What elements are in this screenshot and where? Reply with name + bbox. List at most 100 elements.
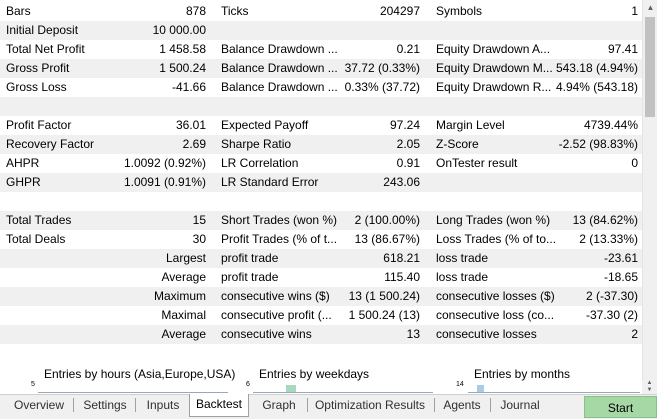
chart-baseline — [468, 392, 640, 393]
metric-value: 4.94% (543.18) — [555, 80, 638, 94]
metric-value — [545, 21, 638, 40]
row-value: 878 — [185, 4, 206, 18]
metric-value: 2 (13.33%) — [579, 232, 638, 246]
metric-label: loss trade — [436, 251, 489, 265]
row-label: Gross Loss — [6, 80, 67, 94]
metric-value: 2.05 — [396, 137, 420, 151]
metric-value — [330, 21, 420, 40]
chart-axis-max: 14 — [456, 381, 464, 388]
metric-value: 13 (86.67%) — [354, 232, 420, 246]
metric-value — [330, 97, 420, 116]
row-value — [96, 97, 206, 116]
row-label — [6, 97, 96, 116]
metric-label — [221, 192, 341, 211]
report-row: Gross Profit 1 500.24 Balance Drawdown ...… — [0, 59, 642, 78]
scroll-up-icon[interactable]: ▲ — [642, 380, 657, 387]
start-button[interactable]: Start — [584, 396, 657, 418]
tab-overview[interactable]: Overview — [8, 395, 70, 415]
tab-inputs[interactable]: Inputs — [141, 395, 185, 415]
report-row: AHPR 1.0092 (0.92%) LR Correlation 0.91 OnTe… — [0, 154, 642, 173]
row-value: Average — [161, 327, 206, 341]
report-row: Gross Loss -41.66 Balance Drawdown ... 0.33… — [0, 78, 642, 97]
tab-divider — [73, 398, 74, 412]
metric-value: 543.18 (4.94%) — [555, 61, 638, 75]
tab-divider — [490, 398, 491, 412]
row-label: Bars — [6, 4, 31, 18]
row-value: -41.66 — [171, 80, 206, 94]
report-row: Total Trades 15 Short Trades (won %) 2 (100… — [0, 211, 642, 230]
metric-value: 243.06 — [383, 175, 420, 189]
row-label: Total Trades — [6, 213, 72, 227]
row-value: 30 — [192, 232, 206, 246]
tab-backtest[interactable]: Backtest — [189, 394, 249, 417]
tab-graph[interactable]: Graph — [256, 395, 302, 415]
metric-value: 2 (-37.30) — [585, 289, 638, 303]
report-row: Total Net Profit 1 458.58 Balance Drawdown… — [0, 40, 642, 59]
metric-label: Equity Drawdown A... — [436, 42, 551, 56]
entries-by-months-chart: Entries by months 14 — [456, 367, 642, 394]
chart-bar — [477, 385, 484, 392]
metric-label: consecutive wins — [221, 327, 312, 341]
entries-charts: Entries by hours (Asia,Europe,USA) 5 Ent… — [0, 367, 642, 394]
tab-journal[interactable]: Journal — [494, 395, 546, 415]
metric-label: profit trade — [221, 251, 279, 265]
tab-divider — [135, 398, 136, 412]
metric-value: 13 — [406, 327, 420, 341]
metric-value: 97.41 — [607, 42, 638, 56]
metric-label — [436, 21, 556, 40]
metric-value: 0.91 — [396, 156, 420, 170]
row-label: Gross Profit — [6, 61, 70, 75]
row-value: Largest — [165, 251, 206, 265]
row-label: Recovery Factor — [6, 137, 95, 151]
row-value: Average — [161, 270, 206, 284]
metric-label: LR Correlation — [221, 156, 299, 170]
row-value — [96, 192, 206, 211]
metric-value: 13 (84.62%) — [572, 213, 638, 227]
metric-label: Equity Drawdown M... — [436, 61, 553, 75]
vertical-scrollbar[interactable]: ▲ — [642, 0, 657, 394]
chart-bar — [286, 385, 296, 392]
metric-label — [221, 97, 341, 116]
metric-label: Balance Drawdown ... — [221, 61, 338, 75]
metric-label: consecutive wins ($) — [221, 289, 330, 303]
metric-label: consecutive profit (... — [221, 308, 332, 322]
row-label — [6, 192, 96, 211]
row-label: Total Deals — [6, 232, 66, 246]
report-row: Average consecutive wins 13 consecutive los… — [0, 325, 642, 344]
metric-value: -18.65 — [603, 270, 638, 284]
tab-divider — [307, 398, 308, 412]
report-row: Largest profit trade 618.21 loss trade -23.6… — [0, 249, 642, 268]
metric-label: Margin Level — [436, 118, 505, 132]
row-label — [6, 306, 96, 325]
metric-label: Balance Drawdown ... — [221, 80, 338, 94]
row-value: 1.0091 (0.91%) — [123, 175, 206, 189]
metric-value: -2.52 (98.83%) — [558, 137, 638, 151]
row-value: 2.69 — [182, 137, 206, 151]
chart-scroll-control[interactable]: ▲ ▼ — [642, 380, 657, 394]
metric-label: Profit Trades (% of t... — [221, 232, 338, 246]
metric-label: Expected Payoff — [221, 118, 309, 132]
tab-settings[interactable]: Settings — [78, 395, 132, 415]
chart-title: Entries by weekdays — [259, 367, 370, 381]
tab-optimization-results[interactable]: Optimization Results — [311, 395, 429, 415]
chart-axis-max: 5 — [31, 381, 35, 388]
row-label: Profit Factor — [6, 118, 72, 132]
metric-value: 618.21 — [383, 251, 420, 265]
chart-baseline — [253, 392, 433, 393]
row-label: GHPR — [6, 175, 41, 189]
scroll-down-icon[interactable]: ▼ — [642, 387, 657, 394]
report-row: Initial Deposit 10 000.00 — [0, 21, 642, 40]
chart-baseline — [38, 392, 228, 393]
report-row: Total Deals 30 Profit Trades (% of t... 13 … — [0, 230, 642, 249]
metric-value: 4739.44% — [583, 118, 638, 132]
metric-value: 1 500.24 (13) — [348, 308, 420, 322]
metric-label: consecutive losses ($) — [436, 289, 555, 303]
metric-value — [330, 192, 420, 211]
metric-value — [545, 97, 638, 116]
metric-label — [436, 192, 556, 211]
tab-agents[interactable]: Agents — [438, 395, 486, 415]
scrollbar-thumb[interactable] — [645, 17, 655, 117]
scroll-up-icon[interactable]: ▲ — [643, 0, 657, 15]
report-row: Average profit trade 115.40 loss trade -18.6… — [0, 268, 642, 287]
row-value: 1.0092 (0.92%) — [123, 156, 206, 170]
